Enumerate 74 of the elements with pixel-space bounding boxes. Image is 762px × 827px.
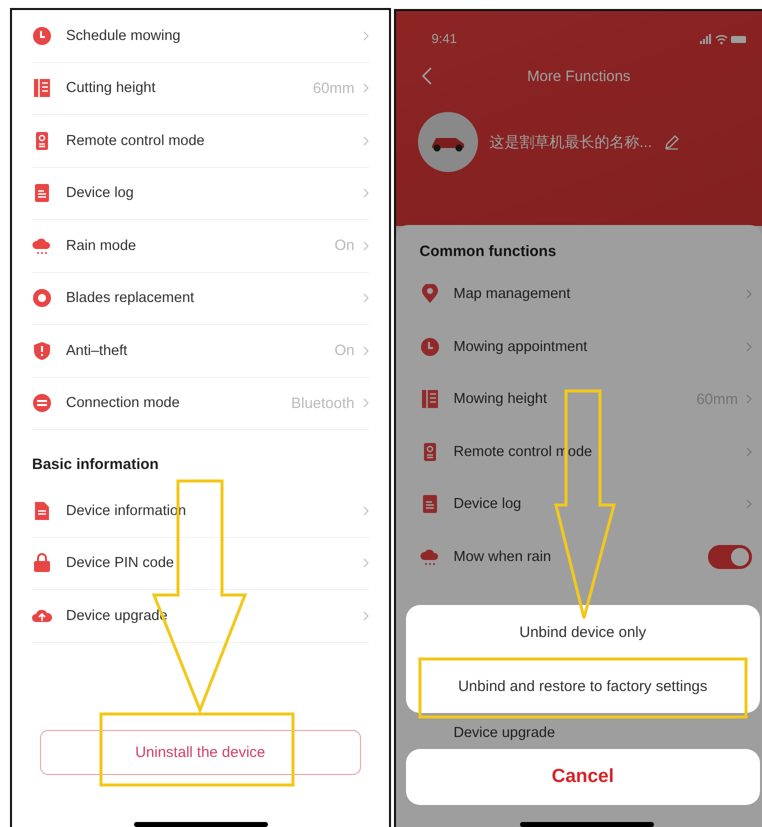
chevron-icon <box>362 188 368 198</box>
status-time: 9:41 <box>432 31 457 46</box>
row-label: Remote control mode <box>66 132 206 149</box>
settings-row[interactable]: Schedule mowing <box>32 10 368 62</box>
row-label: Device upgrade <box>454 725 556 741</box>
chevron-icon <box>746 499 752 510</box>
clock-icon <box>420 336 440 357</box>
lock-icon <box>32 553 52 574</box>
row-label: Map management <box>454 286 572 302</box>
row-value: On <box>334 342 354 360</box>
chevron-icon <box>362 83 368 94</box>
cloud-icon <box>420 546 440 567</box>
chevron-icon <box>362 346 368 356</box>
row-label: Cutting height <box>66 80 156 96</box>
uninstall-button[interactable]: Uninstall the device <box>40 730 360 775</box>
function-row[interactable]: Map management <box>420 268 752 320</box>
ruler-icon <box>420 389 440 410</box>
settings-row[interactable]: Connection mode Bluetooth <box>32 378 368 430</box>
chevron-icon <box>362 558 368 568</box>
ruler-icon <box>32 78 52 98</box>
row-label: Device log <box>454 496 522 512</box>
status-icons <box>700 32 748 44</box>
section-title: Common functions <box>420 243 556 260</box>
section-title: Basic information <box>32 455 159 475</box>
sheet-option[interactable]: Unbind device only <box>406 605 760 659</box>
chevron-icon <box>362 398 368 408</box>
cancel-button[interactable]: Cancel <box>406 749 760 805</box>
settings-row[interactable]: Blades replacement <box>32 272 368 325</box>
row-label: Rain mode <box>66 238 138 254</box>
chevron-icon <box>362 136 368 146</box>
chevron-icon <box>746 289 752 300</box>
settings-row[interactable]: Cutting height 60mm <box>32 62 368 115</box>
row-label: Mowing height <box>454 391 548 408</box>
row-label: Device PIN code <box>66 555 175 572</box>
doc-icon <box>32 183 52 204</box>
screen-title: More Functions <box>527 68 630 84</box>
settings-row[interactable]: Anti–theft On <box>32 325 368 378</box>
function-row[interactable]: Mow when rain <box>420 530 752 583</box>
row-value: 60mm <box>312 80 354 97</box>
chevron-icon <box>362 240 368 251</box>
chevron-icon <box>362 293 368 304</box>
row-label: Connection mode <box>66 395 181 412</box>
row-label: Mow when rain <box>454 548 552 565</box>
chevron-icon <box>362 506 368 516</box>
settings-row[interactable]: Remote control mode <box>32 115 368 168</box>
settings-row[interactable]: Rain mode On <box>32 220 368 272</box>
toggle-switch[interactable] <box>708 544 752 569</box>
sheet-option[interactable]: Unbind and restore to factory settings <box>406 659 760 713</box>
row-label: Blades replacement <box>66 290 196 306</box>
row-label: Device log <box>66 185 135 202</box>
settings-row[interactable]: Device PIN code <box>32 538 368 590</box>
device-name: 这是割草机最长的名称... <box>490 132 652 152</box>
chevron-icon <box>362 610 368 621</box>
row-label: Schedule mowing <box>66 28 182 44</box>
chevron-icon <box>362 30 368 41</box>
swap-icon <box>32 393 52 414</box>
cloud-icon <box>32 236 52 256</box>
pin-icon <box>420 284 440 304</box>
doc-icon <box>32 500 52 521</box>
settings-row[interactable]: Device log <box>32 168 368 220</box>
back-icon[interactable] <box>422 67 432 85</box>
chevron-icon <box>746 446 752 457</box>
shield-icon <box>32 340 52 361</box>
row-value: Bluetooth <box>291 394 354 412</box>
pencil-icon[interactable] <box>664 134 680 150</box>
function-row[interactable]: Device log <box>420 478 752 530</box>
chevron-icon <box>746 394 752 404</box>
row-value: On <box>334 237 354 254</box>
row-label: Mowing appointment <box>454 338 588 355</box>
clock-icon <box>32 26 52 46</box>
chevron-icon <box>746 342 752 352</box>
row-label: Anti–theft <box>66 342 128 359</box>
gear-icon <box>32 288 52 308</box>
function-row[interactable]: Mowing appointment <box>420 320 752 373</box>
